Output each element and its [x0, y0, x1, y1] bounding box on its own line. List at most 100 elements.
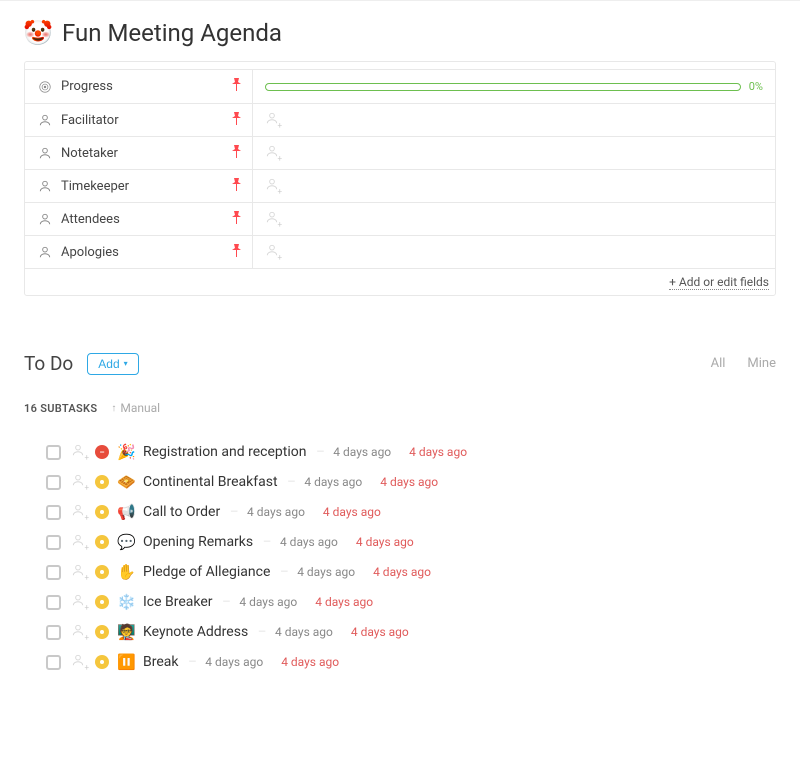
- subtask-row[interactable]: +🧑‍🏫Keynote Address—4 days ago4 days ago: [24, 617, 776, 647]
- subtask-title[interactable]: Break: [143, 654, 178, 670]
- add-subtask-button[interactable]: Add ▾: [87, 353, 138, 375]
- subtask-row[interactable]: +❄️Ice Breaker—4 days ago4 days ago: [24, 587, 776, 617]
- field-label-text: Apologies: [61, 245, 119, 260]
- subtask-title[interactable]: Opening Remarks: [143, 534, 253, 550]
- field-label: Apologies: [25, 236, 253, 268]
- subtask-title[interactable]: Registration and reception: [143, 444, 306, 460]
- assignee-slot-icon[interactable]: +: [69, 503, 87, 521]
- subtask-due-date[interactable]: 4 days ago: [356, 535, 414, 549]
- task-emoji-icon: ✋: [117, 563, 135, 581]
- status-dot-icon[interactable]: [95, 655, 109, 669]
- field-value[interactable]: 0%: [253, 70, 775, 103]
- subtask-created-date[interactable]: 4 days ago: [275, 625, 333, 639]
- field-label: Facilitator: [25, 104, 253, 136]
- subtasks-count: 16 SUBTASKS: [24, 402, 97, 415]
- subtask-row[interactable]: +💬Opening Remarks—4 days ago4 days ago: [24, 527, 776, 557]
- subtask-created-date[interactable]: 4 days ago: [280, 535, 338, 549]
- field-row[interactable]: Notetaker+: [25, 136, 775, 169]
- subtask-created-date[interactable]: 4 days ago: [304, 475, 362, 489]
- assignee-slot-icon[interactable]: +: [69, 443, 87, 461]
- field-row[interactable]: Timekeeper+: [25, 169, 775, 202]
- person-icon: [37, 179, 53, 193]
- subtask-created-date[interactable]: 4 days ago: [297, 565, 355, 579]
- empty-assignee-icon[interactable]: +: [265, 243, 279, 261]
- assignee-slot-icon[interactable]: +: [69, 473, 87, 491]
- subtask-checkbox[interactable]: [46, 535, 61, 550]
- field-row[interactable]: Facilitator +: [25, 103, 775, 136]
- subtask-row[interactable]: +⏸️Break—4 days ago4 days ago: [24, 647, 776, 677]
- subtask-created-date[interactable]: 4 days ago: [239, 595, 297, 609]
- subtask-due-date[interactable]: 4 days ago: [281, 655, 339, 669]
- status-dot-icon[interactable]: [95, 505, 109, 519]
- subtask-title[interactable]: Keynote Address: [143, 624, 248, 640]
- field-row-collapsed: [25, 62, 775, 70]
- subtask-checkbox[interactable]: [46, 445, 61, 460]
- subtask-due-date[interactable]: 4 days ago: [409, 445, 467, 459]
- subtask-checkbox[interactable]: [46, 505, 61, 520]
- progress-bar[interactable]: [265, 83, 741, 91]
- field-label: Progress: [25, 70, 253, 103]
- subtask-checkbox[interactable]: [46, 565, 61, 580]
- subtask-row[interactable]: +📢Call to Order—4 days ago4 days ago: [24, 497, 776, 527]
- status-dot-icon[interactable]: [95, 535, 109, 549]
- subtask-created-date[interactable]: 4 days ago: [247, 505, 305, 519]
- field-row[interactable]: Attendees+: [25, 202, 775, 235]
- subtask-due-date[interactable]: 4 days ago: [351, 625, 409, 639]
- filter-mine[interactable]: Mine: [747, 356, 776, 371]
- sort-mode-button[interactable]: ↑ Manual: [111, 401, 160, 415]
- subtask-due-date[interactable]: 4 days ago: [380, 475, 438, 489]
- assignee-slot-icon[interactable]: +: [69, 653, 87, 671]
- subtask-row[interactable]: +🧇Continental Breakfast—4 days ago4 days…: [24, 467, 776, 497]
- subtask-checkbox[interactable]: [46, 595, 61, 610]
- pin-icon[interactable]: [231, 112, 242, 129]
- field-value[interactable]: +: [253, 236, 775, 268]
- add-or-edit-fields-link[interactable]: + Add or edit fields: [669, 275, 769, 290]
- subtask-checkbox[interactable]: [46, 655, 61, 670]
- empty-assignee-icon[interactable]: +: [265, 144, 279, 162]
- pin-icon[interactable]: [231, 178, 242, 195]
- assignee-slot-icon[interactable]: +: [69, 563, 87, 581]
- field-value[interactable]: +: [253, 203, 775, 235]
- sort-mode-label: Manual: [120, 401, 160, 415]
- subtask-title[interactable]: Call to Order: [143, 504, 220, 520]
- person-icon: [37, 146, 53, 160]
- filter-all[interactable]: All: [711, 356, 726, 371]
- subtask-due-date[interactable]: 4 days ago: [315, 595, 373, 609]
- subtask-title[interactable]: Continental Breakfast: [143, 474, 278, 490]
- pin-icon[interactable]: [231, 78, 242, 95]
- subtask-checkbox[interactable]: [46, 475, 61, 490]
- subtask-created-date[interactable]: 4 days ago: [205, 655, 263, 669]
- subtask-row[interactable]: + ✋ Pledge of Allegiance — 4 days ago 4 days …: [24, 557, 776, 587]
- date-separator-icon: —: [186, 657, 197, 668]
- status-dot-icon[interactable]: [95, 625, 109, 639]
- pin-icon[interactable]: [231, 211, 242, 228]
- subtask-checkbox[interactable]: [46, 625, 61, 640]
- field-value[interactable]: +: [253, 104, 775, 136]
- plus-icon: +: [84, 453, 89, 462]
- subtask-filters: All Mine: [711, 356, 776, 371]
- assignee-slot-icon[interactable]: +: [69, 593, 87, 611]
- field-row[interactable]: Apologies +: [25, 235, 775, 268]
- status-dot-icon[interactable]: [95, 565, 109, 579]
- subtask-due-date[interactable]: 4 days ago: [373, 565, 431, 579]
- empty-assignee-icon[interactable]: +: [265, 177, 279, 195]
- field-value[interactable]: +: [253, 170, 775, 202]
- subtask-due-date[interactable]: 4 days ago: [323, 505, 381, 519]
- subtask-row[interactable]: +–🎉Registration and reception—4 days ago…: [24, 437, 776, 467]
- date-separator-icon: —: [278, 567, 289, 578]
- pin-icon[interactable]: [231, 244, 242, 261]
- subtask-title[interactable]: Ice Breaker: [143, 594, 213, 610]
- status-dot-icon[interactable]: –: [95, 445, 109, 459]
- status-dot-icon[interactable]: [95, 475, 109, 489]
- subtask-created-date[interactable]: 4 days ago: [333, 445, 391, 459]
- pin-icon[interactable]: [231, 145, 242, 162]
- subtask-title[interactable]: Pledge of Allegiance: [143, 564, 270, 580]
- empty-assignee-icon[interactable]: +: [265, 210, 279, 228]
- status-dot-icon[interactable]: [95, 595, 109, 609]
- assignee-slot-icon[interactable]: +: [69, 623, 87, 641]
- page-title[interactable]: Fun Meeting Agenda: [62, 19, 282, 47]
- field-value[interactable]: +: [253, 137, 775, 169]
- field-row[interactable]: Progress0%: [25, 70, 775, 103]
- empty-assignee-icon[interactable]: +: [265, 111, 279, 129]
- assignee-slot-icon[interactable]: +: [69, 533, 87, 551]
